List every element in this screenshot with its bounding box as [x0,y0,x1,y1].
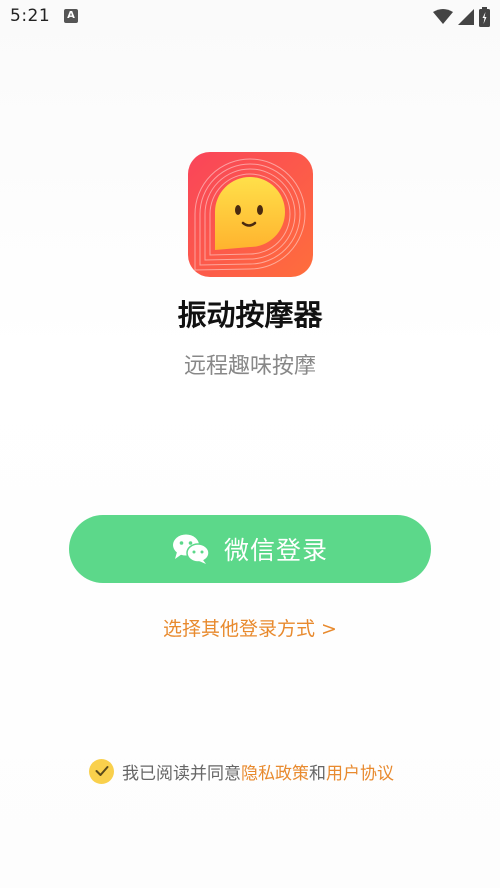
smiley-bubble-icon [188,152,313,277]
status-time: 5:21 [10,6,51,26]
other-login-methods-link[interactable]: 选择其他登录方式 > [0,614,500,641]
signal-icon [458,9,474,25]
user-agreement-link[interactable]: 用户协议 [326,764,394,784]
wechat-login-button[interactable]: 微信登录 [69,515,431,583]
app-logo [188,152,313,277]
app-name: 振动按摩器 [177,298,323,332]
wechat-icon [172,534,210,564]
login-screen: 5:21 A 振动按摩器 远程趣味按摩 微信登录 选择其他登录方式 > 我已阅读… [0,0,500,888]
agreement-prefix: 我已阅读并同意 [122,763,241,784]
status-bar: 5:21 A [0,0,500,34]
notification-icon: A [64,9,78,23]
app-slogan: 远程趣味按摩 [183,354,316,379]
agreement-conjunction: 和 [309,763,326,784]
wifi-icon [433,9,453,24]
agreement-checkbox[interactable] [89,758,114,784]
wechat-login-label: 微信登录 [223,536,328,565]
battery-icon [479,7,490,27]
agreement-row: 我已阅读并同意隐私政策和用户协议 [89,757,394,785]
status-icons [433,7,490,27]
privacy-policy-link[interactable]: 隐私政策 [241,764,309,784]
check-icon [95,766,108,776]
